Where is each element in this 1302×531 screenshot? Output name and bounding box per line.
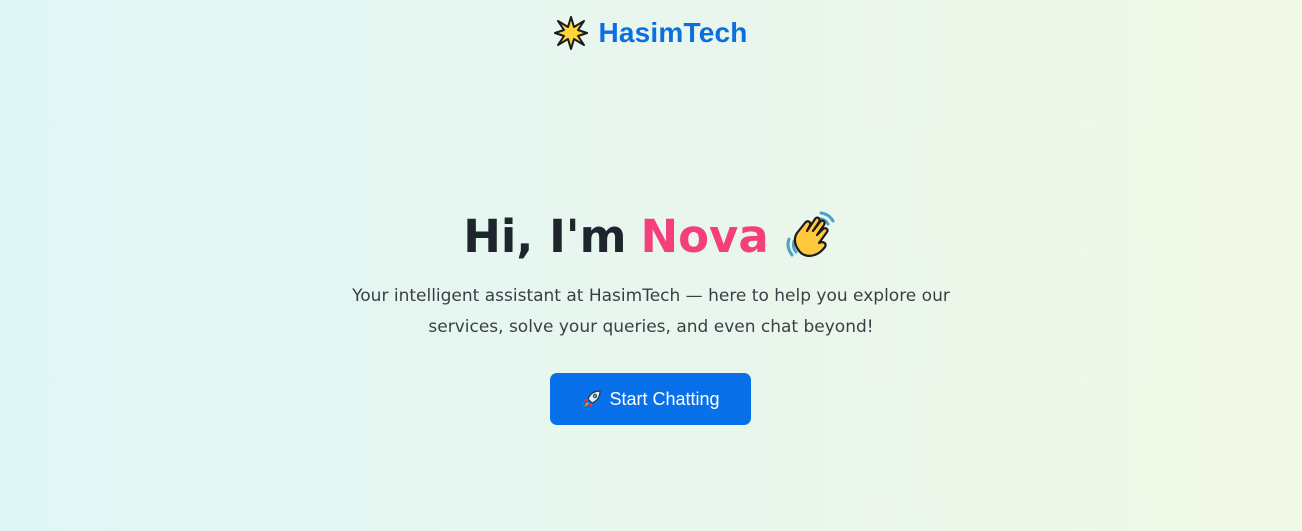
sparkle-star-icon bbox=[554, 16, 589, 50]
hero-greeting: Hi, I'm bbox=[463, 210, 627, 263]
hero-subtitle: Your intelligent assistant at HasimTech … bbox=[352, 286, 950, 337]
rocket-icon bbox=[581, 388, 603, 410]
hero-title: Hi, I'm Nova bbox=[0, 205, 1302, 269]
waving-hand-icon bbox=[783, 209, 839, 265]
assistant-name: Nova bbox=[640, 210, 769, 263]
start-chatting-button[interactable]: Start Chatting bbox=[550, 373, 751, 425]
brand-name[interactable]: HasimTech bbox=[598, 17, 747, 49]
start-chatting-label: Start Chatting bbox=[609, 388, 720, 409]
hero-section: Hi, I'm Nova Your intelligent assistant … bbox=[0, 205, 1302, 343]
site-header: HasimTech bbox=[0, 16, 1302, 50]
